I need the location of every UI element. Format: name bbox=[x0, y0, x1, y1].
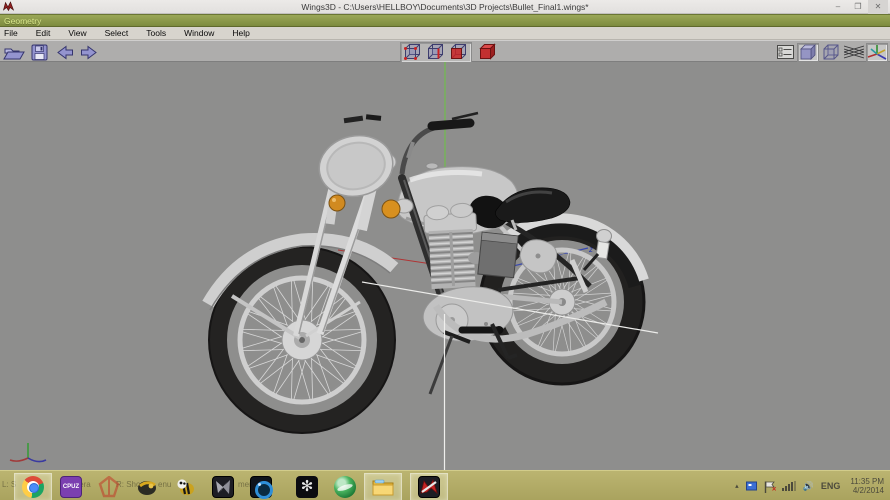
open-button[interactable] bbox=[3, 43, 25, 62]
minimize-button[interactable]: – bbox=[828, 0, 848, 14]
taskbar-lens-app-button[interactable] bbox=[242, 473, 280, 500]
taskbar-cpuz-button[interactable]: CPUZ bbox=[52, 473, 90, 500]
taskbar-globe-button[interactable] bbox=[326, 473, 364, 500]
motorcycle-model bbox=[208, 113, 644, 433]
ground-plane-button[interactable] bbox=[843, 43, 865, 62]
tray-clock[interactable]: 11:35 PM 4/2/2014 bbox=[850, 477, 884, 496]
redo-arrow-icon bbox=[80, 45, 99, 60]
geometry-graph-button[interactable] bbox=[774, 43, 796, 62]
menu-item-edit[interactable]: Edit bbox=[27, 27, 60, 40]
ground-grid-icon bbox=[844, 45, 864, 59]
shaded-cube-icon bbox=[799, 43, 817, 61]
camera-lens-icon bbox=[250, 476, 272, 498]
save-floppy-icon bbox=[31, 44, 48, 61]
geometry-window-title: Geometry bbox=[0, 15, 890, 27]
network-signal-icon[interactable] bbox=[782, 481, 796, 491]
tray-app-icon[interactable] bbox=[746, 481, 757, 492]
taskbar: L: S camera R: Sho enu menu CPUZ bbox=[0, 470, 890, 500]
hidden-icons-button[interactable]: ▴ bbox=[735, 482, 739, 490]
viewport-canvas: x z bbox=[0, 62, 890, 470]
menu-item-tools[interactable]: Tools bbox=[137, 27, 175, 40]
system-tray: ▴ ✕ 🔊 ENG 11:35 PM 4/2/2014 bbox=[735, 471, 886, 500]
vertex-mode-button[interactable] bbox=[402, 43, 424, 62]
undo-arrow-icon bbox=[55, 45, 74, 60]
restore-button[interactable]: ❐ bbox=[848, 0, 868, 14]
menu-item-view[interactable]: View bbox=[59, 27, 95, 40]
taskbar-explorer-button[interactable] bbox=[364, 473, 402, 500]
face-mode-button[interactable] bbox=[448, 43, 470, 62]
window-titlebar: Wings3D - C:\Users\HELLBOY\Documents\3D … bbox=[0, 0, 890, 14]
taskbar-bee-button[interactable] bbox=[166, 473, 204, 500]
geometry-viewport[interactable]: x z bbox=[0, 62, 890, 470]
axes-icon bbox=[867, 43, 887, 61]
cpuz-icon: CPUZ bbox=[60, 476, 82, 498]
taskbar-fan-button[interactable]: ✻ bbox=[288, 473, 326, 500]
menu-item-file[interactable]: File bbox=[0, 27, 27, 40]
selection-mode-group bbox=[400, 42, 472, 63]
language-indicator[interactable]: ENG bbox=[821, 481, 841, 491]
redo-button[interactable] bbox=[78, 43, 100, 62]
dark-blades-icon bbox=[212, 476, 234, 498]
face-cube-icon bbox=[450, 43, 468, 61]
speaker-icon[interactable]: 🔊 bbox=[803, 481, 814, 492]
file-explorer-icon bbox=[371, 477, 395, 497]
taskbar-chrome-button[interactable] bbox=[14, 473, 52, 500]
menu-item-window[interactable]: Window bbox=[175, 27, 223, 40]
edge-cube-icon bbox=[427, 43, 445, 61]
toolbar bbox=[0, 40, 890, 62]
open-folder-icon bbox=[3, 44, 25, 61]
wireframe-button[interactable] bbox=[820, 43, 842, 62]
tray-date: 4/2/2014 bbox=[850, 486, 884, 496]
save-button[interactable] bbox=[28, 43, 50, 62]
panel-list-icon bbox=[777, 45, 794, 59]
smooth-shaded-button[interactable] bbox=[797, 43, 819, 62]
menu-item-help[interactable]: Help bbox=[223, 27, 258, 40]
desktop: Wings3D - C:\Users\HELLBOY\Documents\3D … bbox=[0, 0, 890, 500]
taskbar-dark-app-button[interactable] bbox=[204, 473, 242, 500]
show-axes-button[interactable] bbox=[866, 43, 888, 62]
geometry-window-header: Geometry bbox=[0, 14, 890, 27]
action-center-flag-icon[interactable]: ✕ bbox=[764, 480, 775, 492]
wireframe-cube-icon bbox=[822, 43, 840, 61]
undo-button[interactable] bbox=[53, 43, 75, 62]
vertex-cube-icon bbox=[404, 43, 422, 61]
mini-axis-gizmo bbox=[10, 443, 46, 462]
menu-item-select[interactable]: Select bbox=[96, 27, 138, 40]
body-mode-button[interactable] bbox=[477, 43, 499, 62]
taskbar-red-app-button[interactable] bbox=[90, 473, 128, 500]
tray-time: 11:35 PM bbox=[850, 477, 884, 487]
wings3d-icon bbox=[418, 476, 440, 498]
taskbar-wings3d-button[interactable] bbox=[410, 473, 448, 500]
fan-icon: ✻ bbox=[296, 476, 318, 498]
edge-mode-button[interactable] bbox=[425, 43, 447, 62]
menubar: File Edit View Select Tools Window Help bbox=[0, 27, 890, 40]
green-globe-icon bbox=[334, 476, 356, 498]
bee-icon bbox=[174, 476, 196, 498]
body-cube-icon bbox=[479, 43, 497, 61]
hornet-icon bbox=[136, 476, 158, 498]
chrome-icon bbox=[22, 476, 44, 498]
red-app-icon bbox=[98, 476, 120, 498]
close-button[interactable]: ✕ bbox=[868, 0, 888, 14]
window-title: Wings3D - C:\Users\HELLBOY\Documents\3D … bbox=[0, 0, 890, 14]
taskbar-hornet-button[interactable] bbox=[128, 473, 166, 500]
